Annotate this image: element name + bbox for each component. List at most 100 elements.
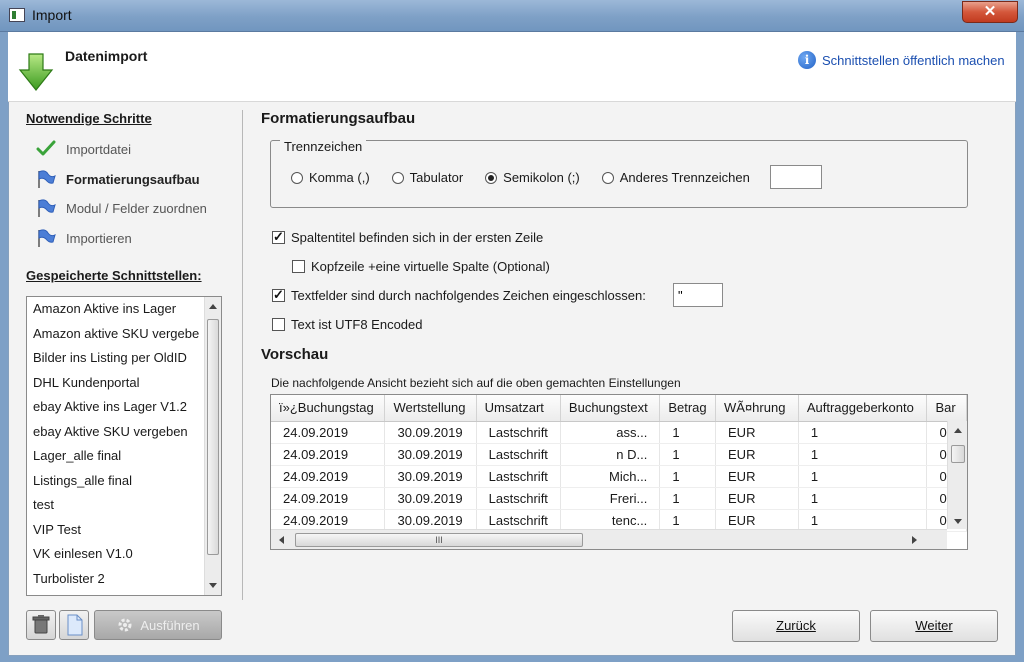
list-item[interactable]: VK einlesen V1.0	[27, 542, 203, 567]
radio-dot[interactable]	[485, 171, 498, 184]
publish-interfaces-label: Schnittstellen öffentlich machen	[822, 52, 1005, 68]
radio-komma[interactable]: Komma (,)	[291, 170, 370, 185]
table-cell: 24.09.2019	[271, 509, 386, 532]
radio-tabulator[interactable]: Tabulator	[391, 170, 464, 185]
delete-interface-button[interactable]	[26, 610, 56, 640]
column-header[interactable]: Bar	[926, 395, 967, 422]
column-header[interactable]: Buchungstext	[560, 395, 661, 422]
radio-anderes[interactable]: Anderes Trennzeichen	[601, 170, 750, 185]
table-cell: EUR	[715, 487, 799, 510]
checkbox-label: Spaltentitel befinden sich in der ersten…	[291, 230, 544, 245]
info-icon: i	[798, 51, 816, 69]
radio-label: Tabulator	[409, 170, 464, 185]
saved-list-scrollbar[interactable]	[204, 297, 221, 595]
virtual-column-checkbox[interactable]: Kopfzeile +eine virtuelle Spalte (Option…	[292, 259, 550, 274]
gear-icon	[118, 618, 132, 632]
back-button[interactable]: Zurück	[732, 610, 860, 642]
run-button-label: Ausführen	[140, 617, 200, 633]
table-row[interactable]: 24.09.2019 30.09.2019 Lastschrift n D... 1 EU…	[271, 443, 967, 466]
next-button[interactable]: Weiter	[870, 610, 998, 642]
scroll-thumb[interactable]: III	[295, 533, 583, 547]
table-cell: 1	[798, 509, 928, 532]
preview-description: Die nachfolgende Ansicht bezieht sich au…	[271, 376, 681, 390]
column-header[interactable]: Betrag	[659, 395, 717, 422]
checkbox-box[interactable]	[272, 287, 285, 303]
other-separator-input[interactable]	[770, 165, 822, 189]
table-vertical-scrollbar[interactable]	[947, 421, 967, 529]
list-item[interactable]: Amazon aktive SKU vergebe	[27, 322, 203, 347]
trash-icon	[32, 615, 50, 634]
table-cell: 1	[798, 421, 928, 444]
scroll-thumb[interactable]	[207, 319, 219, 555]
scroll-down-icon[interactable]	[954, 519, 962, 524]
list-item[interactable]: ebay Aktive ins Lager V1.2	[27, 395, 203, 420]
list-item[interactable]: VIP Test	[27, 518, 203, 543]
checkbox-box[interactable]	[292, 260, 305, 273]
close-button[interactable]: ✕	[962, 1, 1018, 23]
table-cell: 1	[659, 421, 717, 444]
table-row[interactable]: 24.09.2019 30.09.2019 Lastschrift ass... 1 EU…	[271, 421, 967, 444]
checkbox-box[interactable]	[272, 229, 285, 245]
scroll-down-icon[interactable]	[209, 583, 217, 588]
preview-table[interactable]: ï»¿Buchungstag Wertstellung Umsatzart Bu…	[270, 394, 968, 550]
list-item[interactable]: Bilder ins Listing per OldID	[27, 346, 203, 371]
new-interface-button[interactable]	[59, 610, 89, 640]
saved-interfaces-list[interactable]: Amazon Aktive ins Lager Amazon aktive SK…	[26, 296, 222, 596]
scroll-right-icon[interactable]	[912, 536, 917, 544]
flag-icon	[38, 170, 56, 188]
list-item[interactable]: Listings_alle final	[27, 469, 203, 494]
table-cell: EUR	[715, 509, 799, 532]
table-cell: Lastschrift	[476, 421, 561, 444]
radio-dot[interactable]	[601, 171, 614, 184]
table-horizontal-scrollbar[interactable]: III	[271, 529, 947, 549]
list-item[interactable]: Amazon Aktive ins Lager	[27, 297, 203, 322]
table-cell: EUR	[715, 421, 799, 444]
scroll-left-icon[interactable]	[279, 536, 284, 544]
table-cell: 1	[798, 443, 928, 466]
column-header[interactable]: Wertstellung	[384, 395, 477, 422]
flag-icon	[38, 229, 56, 247]
column-header[interactable]: ï»¿Buchungstag	[271, 395, 386, 422]
step-modul-felder[interactable]: Modul / Felder zuordnen	[36, 198, 207, 218]
enclosure-char-input[interactable]	[673, 283, 723, 307]
separator-options: Komma (,) Tabulator Semikolon (;) Andere…	[291, 170, 772, 185]
table-cell: 30.09.2019	[384, 465, 477, 488]
scroll-up-icon[interactable]	[954, 428, 962, 433]
radio-semikolon[interactable]: Semikolon (;)	[485, 170, 580, 185]
list-item[interactable]: Lager_alle final	[27, 444, 203, 469]
column-header[interactable]: WÃ¤hrung	[715, 395, 799, 422]
back-button-label: Zurück	[776, 618, 816, 633]
table-cell: 30.09.2019	[384, 443, 477, 466]
preview-grid: ï»¿Buchungstag Wertstellung Umsatzart Bu…	[271, 395, 967, 532]
format-heading: Formatierungsaufbau	[261, 110, 416, 127]
list-item[interactable]: DHL Kundenportal	[27, 371, 203, 396]
list-item[interactable]: Turbolister 2	[27, 567, 203, 592]
radio-dot[interactable]	[291, 171, 303, 184]
saved-interfaces-heading: Gespeicherte Schnittstellen:	[26, 268, 202, 283]
scroll-up-icon[interactable]	[209, 304, 217, 309]
header-first-row-checkbox[interactable]: Spaltentitel befinden sich in der ersten…	[272, 229, 544, 245]
text-enclosed-checkbox[interactable]: Textfelder sind durch nachfolgendes Zeic…	[272, 287, 646, 303]
table-row[interactable]: 24.09.2019 30.09.2019 Lastschrift Freri... 1…	[271, 487, 967, 510]
publish-interfaces-link[interactable]: i Schnittstellen öffentlich machen	[798, 51, 1005, 69]
column-header[interactable]: Umsatzart	[476, 395, 561, 422]
step-formatierungsaufbau[interactable]: Formatierungsaufbau	[36, 169, 200, 189]
table-row[interactable]: 24.09.2019 30.09.2019 Lastschrift tenc... 1 E…	[271, 509, 967, 532]
radio-dot[interactable]	[391, 171, 404, 184]
checkbox-label: Text ist UTF8 Encoded	[291, 317, 423, 332]
table-cell: tenc...	[560, 509, 661, 532]
table-cell: 1	[798, 487, 928, 510]
steps-heading: Notwendige Schritte	[26, 111, 152, 126]
list-item[interactable]: ebay Aktive SKU vergeben	[27, 420, 203, 445]
list-item[interactable]: test	[27, 493, 203, 518]
step-importieren[interactable]: Importieren	[36, 228, 132, 248]
separator-legend: Trennzeichen	[280, 139, 367, 154]
checkbox-box[interactable]	[272, 318, 285, 331]
step-importdatei[interactable]: Importdatei	[36, 140, 131, 158]
scroll-thumb[interactable]	[951, 445, 965, 463]
table-row[interactable]: 24.09.2019 30.09.2019 Lastschrift Mich... 1 E…	[271, 465, 967, 488]
run-button[interactable]: Ausführen	[94, 610, 222, 640]
utf8-checkbox[interactable]: Text ist UTF8 Encoded	[272, 317, 423, 332]
table-cell: 1	[659, 465, 717, 488]
column-header[interactable]: Auftraggeberkonto	[798, 395, 928, 422]
